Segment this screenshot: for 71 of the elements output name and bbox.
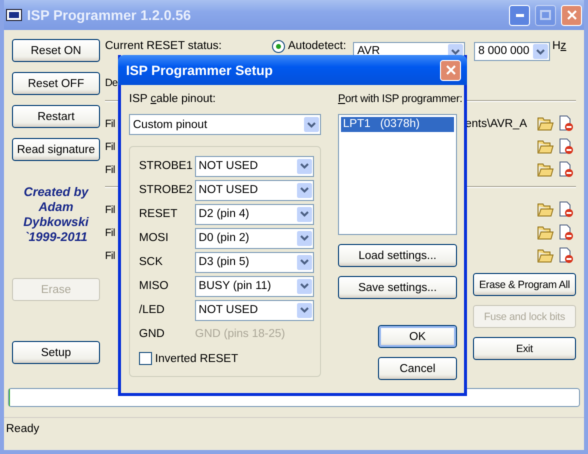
reset-status-label: Current RESET status: [105, 40, 223, 53]
pin-value: GND (pins 18-25) [195, 328, 286, 340]
pin-label: /LED [139, 304, 166, 316]
pinout-dropdown[interactable]: Custom pinout [129, 114, 321, 135]
folder-icon[interactable] [537, 139, 554, 154]
folder-icon[interactable] [537, 116, 554, 131]
file-label: Fil [105, 118, 115, 130]
file-label: Fil [105, 226, 115, 238]
close-icon [446, 65, 456, 75]
close-button[interactable] [440, 60, 461, 80]
push-button[interactable]: Reset ON [12, 39, 100, 62]
minimize-icon [516, 14, 524, 16]
delete-file-icon[interactable] [558, 161, 574, 178]
file-label: Fil [105, 164, 115, 176]
pin-label: GND [139, 328, 166, 340]
checkbox[interactable] [139, 352, 152, 365]
checkbox-label: Inverted RESET [155, 352, 238, 364]
folder-icon[interactable] [537, 162, 554, 177]
close-button[interactable] [561, 4, 582, 26]
delete-file-icon[interactable] [558, 138, 574, 155]
delete-file-icon[interactable] [558, 247, 574, 264]
cancel-button[interactable]: Cancel [378, 357, 457, 380]
port-label: Port with ISP programmer: [338, 93, 462, 105]
push-button[interactable]: Erase & Program All [473, 273, 576, 296]
port-item[interactable]: LPT1 (0378h) [341, 117, 454, 132]
delete-file-icon[interactable] [558, 224, 574, 241]
status-text: Ready [6, 423, 40, 435]
maximize-icon [540, 10, 551, 20]
pinout-label: ISP cable pinout: [129, 93, 217, 105]
pin-label: RESET [139, 208, 178, 220]
push-button[interactable]: Exit [473, 337, 576, 360]
minimize-button[interactable] [509, 4, 530, 26]
pin-label: STROBE1 [139, 160, 194, 172]
settings-button[interactable]: Load settings... [338, 244, 457, 267]
push-button[interactable]: Reset OFF [12, 72, 100, 95]
file-path: ents\AVR_A [465, 118, 527, 130]
pin-dropdown[interactable]: D3 (pin 5) [194, 252, 314, 272]
close-icon [566, 10, 576, 20]
pin-dropdown[interactable]: NOT USED [194, 156, 314, 176]
folder-icon[interactable] [537, 248, 554, 263]
autodetect-radio[interactable] [272, 40, 285, 53]
device-label: De [105, 77, 118, 89]
pin-label: STROBE2 [139, 184, 194, 196]
pin-dropdown[interactable]: D2 (pin 4) [194, 204, 314, 224]
folder-icon[interactable] [537, 202, 554, 217]
ok-button[interactable]: OK [378, 325, 457, 348]
pin-dropdown[interactable]: D0 (pin 2) [194, 228, 314, 248]
delete-file-icon[interactable] [558, 115, 574, 132]
push-button[interactable]: Restart [12, 105, 100, 128]
window-title: ISP Programmer 1.2.0.56 [27, 7, 191, 23]
dialog-title: ISP Programmer Setup [126, 62, 274, 78]
frequency-dropdown[interactable]: 8 000 000 [474, 42, 550, 61]
pin-label: MISO [139, 280, 170, 292]
app-icon [6, 9, 22, 21]
pin-dropdown[interactable]: BUSY (pin 11) [194, 276, 314, 296]
unit-label: Hz [552, 40, 566, 53]
push-button[interactable]: Read signature [12, 138, 100, 161]
delete-file-icon[interactable] [558, 201, 574, 218]
folder-icon[interactable] [537, 225, 554, 240]
pin-label: MOSI [139, 232, 170, 244]
pin-dropdown[interactable]: NOT USED [194, 300, 314, 320]
port-list[interactable]: LPT1 (0378h) [338, 114, 457, 235]
settings-button[interactable]: Save settings... [338, 276, 457, 299]
file-label: Fil [105, 140, 115, 152]
setup-button[interactable]: Setup [12, 341, 100, 364]
file-label: Fil [105, 204, 115, 216]
autodetect-label: Autodetect: [288, 40, 346, 53]
pin-dropdown[interactable]: NOT USED [194, 180, 314, 200]
file-label: Fil [105, 250, 115, 262]
pin-label: SCK [139, 256, 164, 268]
credit-text: Created by Adam Dybkowski `1999-2011 [22, 185, 90, 245]
